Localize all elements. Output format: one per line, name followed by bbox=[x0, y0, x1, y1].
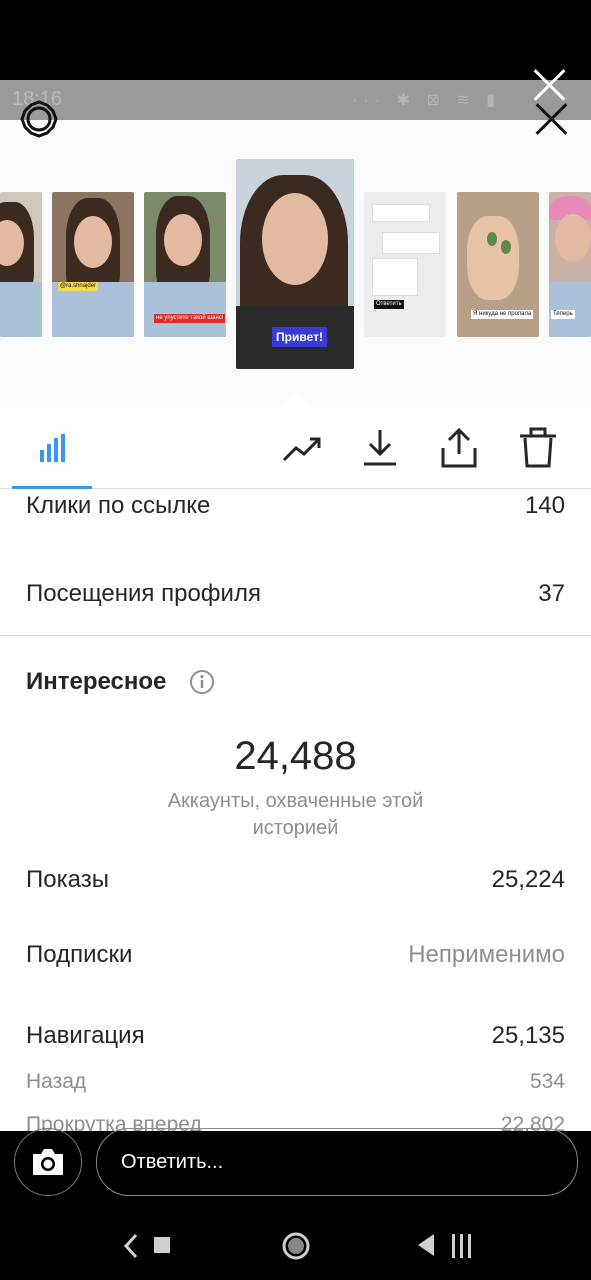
metric-value: 534 bbox=[529, 1070, 565, 1093]
selected-story-pointer bbox=[280, 392, 312, 408]
close-stories-icon[interactable] bbox=[532, 100, 570, 138]
insights-panel: Клики по ссылке 140 Посещения профиля 37… bbox=[0, 408, 591, 1131]
share-icon[interactable] bbox=[437, 426, 481, 470]
section-title: Интересное bbox=[26, 668, 167, 695]
reply-input[interactable]: Ответить... bbox=[96, 1128, 578, 1196]
top-black-bar bbox=[0, 0, 591, 80]
close-icon[interactable] bbox=[530, 66, 568, 104]
metric-label: Подписки bbox=[26, 941, 133, 968]
story-thumbnail[interactable]: Я никуда не пропала bbox=[457, 192, 539, 337]
metric-value: 25,135 bbox=[491, 1022, 565, 1049]
metric-value: 37 bbox=[538, 580, 565, 607]
metric-label: Назад bbox=[26, 1070, 87, 1093]
system-nav-bar bbox=[0, 1200, 591, 1280]
story-caption: Ответить bbox=[374, 300, 404, 309]
story-caption: Я никуда не пропала bbox=[471, 310, 534, 319]
insights-toolbar bbox=[0, 408, 591, 489]
story-caption: Теперь bbox=[551, 310, 575, 319]
settings-gear-icon[interactable] bbox=[20, 100, 58, 138]
story-thumbnail[interactable]: Ответить bbox=[364, 192, 446, 337]
recents-nav-icon[interactable] bbox=[414, 1232, 478, 1260]
story-caption: не упустите такой шанс! bbox=[154, 314, 226, 323]
status-icons: ··· ✱ ⊠ ≋ ▮ bbox=[352, 92, 501, 109]
camera-icon bbox=[33, 1149, 63, 1175]
delete-trash-icon[interactable] bbox=[516, 426, 560, 470]
metric-label: Показы bbox=[26, 866, 109, 893]
back-nav-icon[interactable] bbox=[120, 1232, 180, 1260]
info-icon[interactable] bbox=[189, 669, 215, 695]
metric-value: 140 bbox=[524, 492, 565, 519]
active-tab-indicator bbox=[12, 486, 92, 489]
story-thumbnail-selected[interactable]: Привет! bbox=[236, 159, 354, 369]
story-thumbnail[interactable] bbox=[0, 192, 42, 337]
story-caption: Привет! bbox=[272, 327, 327, 347]
metric-label: Навигация bbox=[26, 1022, 145, 1049]
reach-caption: Аккаунты, охваченные этой историей bbox=[167, 790, 424, 839]
camera-button[interactable] bbox=[14, 1128, 82, 1196]
download-icon[interactable] bbox=[358, 426, 402, 470]
story-thumbnail[interactable]: не упустите такой шанс! bbox=[144, 192, 226, 337]
metric-label: Посещения профиля bbox=[26, 580, 261, 607]
insights-bar-chart-icon[interactable] bbox=[32, 426, 76, 470]
story-caption: @ra.shnajder bbox=[58, 282, 99, 291]
story-thumbnail[interactable]: @ra.shnajder bbox=[52, 192, 134, 337]
reach-value: 24,488 bbox=[234, 734, 357, 778]
section-divider bbox=[0, 635, 591, 636]
trending-up-icon[interactable] bbox=[280, 426, 324, 470]
story-thumbnail[interactable]: Теперь bbox=[549, 192, 591, 337]
metric-value: Неприменимо bbox=[408, 941, 565, 968]
home-nav-icon[interactable] bbox=[280, 1230, 312, 1262]
reply-placeholder: Ответить... bbox=[121, 1151, 224, 1173]
metric-value: 25,224 bbox=[491, 866, 565, 893]
status-bar: 18:16 ··· ✱ ⊠ ≋ ▮ bbox=[0, 80, 591, 120]
metric-label: Клики по ссылке bbox=[26, 492, 211, 519]
